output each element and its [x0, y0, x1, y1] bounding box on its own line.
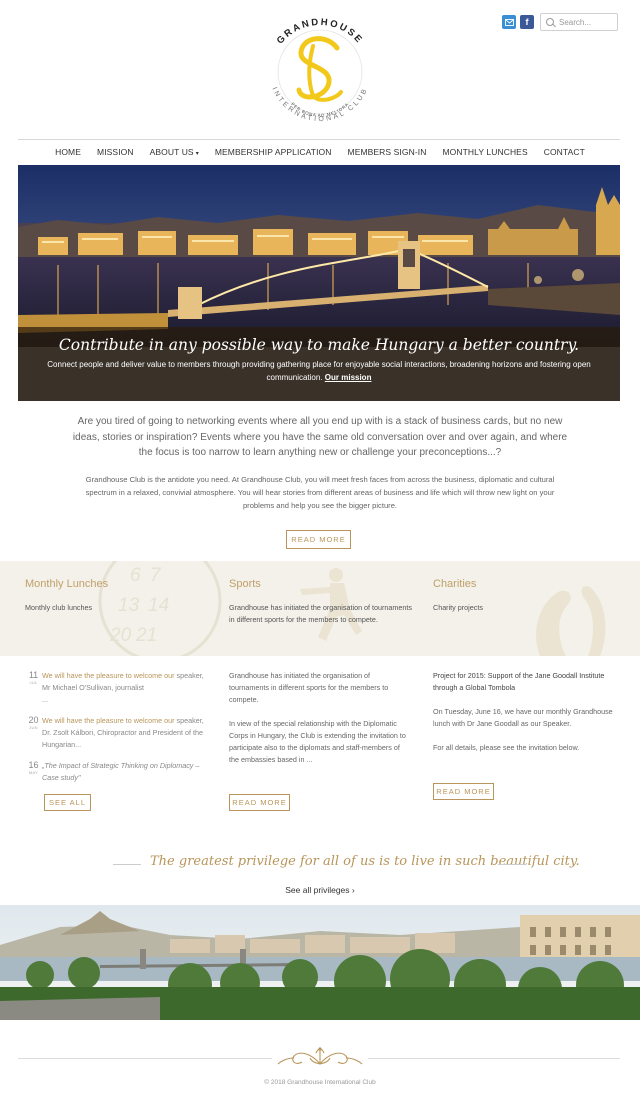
search-input[interactable]: [559, 17, 614, 27]
chevron-down-icon: ▾: [195, 151, 199, 157]
news-month: MAY: [28, 770, 39, 775]
hero-caption: Contribute in any possible way to make H…: [18, 327, 620, 401]
band-charities-text: Charity projects: [433, 603, 483, 612]
news-date: 20 JUN: [25, 715, 42, 751]
charity-paragraph-2: For all details, please see the invitati…: [433, 743, 580, 752]
nav-home[interactable]: HOME: [55, 147, 81, 157]
nav-members-sign-in[interactable]: MEMBERS SIGN-IN: [348, 147, 427, 157]
quote-rule-right: [498, 864, 526, 865]
charity-column: Project for 2015: Support of the Jane Go…: [433, 670, 613, 754]
sports-paragraph-1: Grandhouse has initiated the organisatio…: [229, 671, 389, 704]
sports-read-more-button[interactable]: READ MORE: [229, 794, 290, 811]
intro-read-more-button[interactable]: READ MORE: [286, 530, 351, 549]
budapest-panorama-photo: [0, 905, 640, 1020]
hero-text-body: Connect people and deliver value to memb…: [47, 360, 591, 382]
band-col-lunches: Monthly Lunches Monthly club lunches: [25, 578, 210, 614]
intro-lead: Are you tired of going to networking eve…: [72, 416, 568, 458]
nav-mission[interactable]: MISSION: [97, 147, 134, 157]
see-all-privileges-link[interactable]: See all privileges ›: [0, 885, 640, 895]
band-sports-text: Grandhouse has initiated the organisatio…: [229, 603, 413, 624]
news-item[interactable]: 16 MAY „The Impact of Strategic Thinking…: [25, 760, 205, 784]
facebook-glyph: f: [525, 17, 529, 27]
hero-banner: Contribute in any possible way to make H…: [18, 165, 620, 401]
nav-contact[interactable]: CONTACT: [544, 147, 585, 157]
svg-text:GRANDHOUSE: GRANDHOUSE: [275, 17, 366, 47]
panorama-illustration: [0, 905, 640, 1020]
hero-tagline: Contribute in any possible way to make H…: [58, 336, 580, 354]
band-col-sports: Sports Grandhouse has initiated the orga…: [229, 578, 414, 626]
nav-about-us[interactable]: ABOUT US ▾: [150, 147, 199, 157]
news-text: We will have the pleasure to welcome our…: [42, 670, 205, 706]
news-link[interactable]: We will have the pleasure to welcome our: [42, 716, 175, 725]
news-list: 11 JUL We will have the pleasure to welc…: [25, 670, 205, 793]
main-nav: HOME MISSION ABOUT US ▾ MEMBERSHIP APPLIC…: [0, 147, 640, 157]
charity-title[interactable]: Project for 2015: Support of the Jane Go…: [433, 670, 613, 694]
privilege-quote: The greatest privilege for all of us is …: [150, 854, 580, 869]
news-month: JUL: [29, 680, 38, 685]
sports-column: Grandhouse has initiated the organisatio…: [229, 670, 409, 766]
search-icon[interactable]: [546, 18, 554, 26]
charity-paragraph-1: On Tuesday, June 16, we have our monthly…: [433, 707, 613, 728]
quote-rule-left: [113, 864, 141, 865]
intro-body: Grandhouse Club is the antidote you need…: [85, 475, 555, 510]
news-text: „The Impact of Strategic Thinking on Dip…: [42, 760, 205, 784]
logo-monogram: [296, 36, 343, 102]
news-day: 20: [28, 715, 39, 725]
footer-ornament-icon: [272, 1044, 368, 1070]
calendar-number: 21: [135, 625, 157, 646]
nav-about-us-label: ABOUT US: [149, 147, 194, 157]
mail-icon[interactable]: [502, 15, 516, 29]
band-lunches-text: Monthly club lunches: [25, 603, 93, 612]
news-day: 11: [28, 670, 39, 680]
copyright-text: © 2018 Grandhouse International Club: [264, 1079, 376, 1086]
club-logo[interactable]: GRANDHOUSE INTERNATIONAL CLUB PER BONA A…: [255, 8, 385, 134]
band-sports-title[interactable]: Sports: [229, 578, 414, 590]
news-month: JUN: [29, 725, 38, 730]
facebook-icon[interactable]: f: [520, 15, 534, 29]
search-box: [540, 13, 618, 31]
logo-name-top: GRANDHOUSE: [275, 17, 363, 47]
news-date: 11 JUL: [25, 670, 42, 706]
social-links: f: [502, 15, 534, 29]
news-item[interactable]: 20 JUN We will have the pleasure to welc…: [25, 715, 205, 751]
charity-read-more-button[interactable]: READ MORE: [433, 783, 494, 800]
see-all-button[interactable]: SEE ALL: [44, 794, 91, 811]
band-charities-title[interactable]: Charities: [433, 578, 618, 590]
sections-band: 6 7 13 14 20 21 Monthly Lunches Monthly …: [0, 561, 640, 656]
logo-emblem: GRANDHOUSE INTERNATIONAL CLUB PER BONA A…: [270, 17, 366, 123]
news-link[interactable]: We will have the pleasure to welcome our: [42, 671, 175, 680]
news-text: We will have the pleasure to welcome our…: [42, 715, 205, 751]
hero-text: Connect people and deliver value to memb…: [18, 358, 620, 384]
news-item[interactable]: 11 JUL We will have the pleasure to welc…: [25, 670, 205, 706]
band-lunches-title[interactable]: Monthly Lunches: [25, 578, 210, 590]
nav-membership-application[interactable]: MEMBERSHIP APPLICATION: [215, 147, 332, 157]
band-col-charities: Charities Charity projects: [433, 578, 618, 614]
our-mission-link[interactable]: Our mission: [325, 373, 372, 382]
news-date: 16 MAY: [25, 760, 42, 784]
news-link[interactable]: „The Impact of Strategic Thinking on Dip…: [42, 761, 199, 782]
news-ellipsis: ...: [42, 695, 48, 704]
sports-paragraph-2: In view of the special relationship with…: [229, 719, 406, 764]
news-day: 16: [28, 760, 39, 770]
nav-monthly-lunches[interactable]: MONTHLY LUNCHES: [442, 147, 527, 157]
nav-divider: [18, 139, 620, 140]
